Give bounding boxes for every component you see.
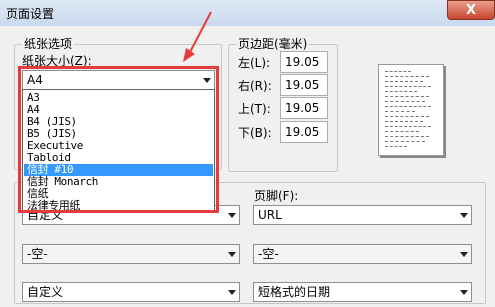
preview-text-line xyxy=(385,111,415,113)
annotation-arrow-icon xyxy=(183,11,212,62)
bottom-margin-input[interactable]: 19.05 xyxy=(280,121,328,143)
preview-text-line xyxy=(385,76,429,78)
close-button[interactable]: X xyxy=(447,0,495,20)
preview-text-line xyxy=(385,116,429,118)
preview-text-line xyxy=(385,106,431,108)
bottom-margin-label: 下(B): xyxy=(238,126,272,140)
preview-text-line xyxy=(385,121,423,123)
preview-text-line xyxy=(385,91,417,93)
highlight-annotation-box xyxy=(18,66,219,213)
chevron-down-icon[interactable] xyxy=(460,290,468,295)
chevron-down-icon[interactable] xyxy=(460,252,468,257)
preview-text-line xyxy=(385,86,431,88)
window-title: 页面设置 xyxy=(6,7,55,21)
header-select-2[interactable]: -空- xyxy=(22,244,240,264)
left-margin-label: 左(L): xyxy=(238,56,271,70)
footer-select-3[interactable]: 短格式的日期 xyxy=(253,282,472,302)
left-margin-input[interactable]: 19.05 xyxy=(280,51,328,73)
preview-text-line xyxy=(385,81,423,83)
title-bar: 页面设置 X xyxy=(0,0,495,26)
margins-title: 页边距(毫米) xyxy=(236,35,310,52)
preview-text-line xyxy=(385,146,407,148)
preview-text-line xyxy=(385,131,419,133)
header-value-2: -空- xyxy=(27,247,48,261)
header-value-3: 自定义 xyxy=(27,285,64,299)
top-margin-input[interactable]: 19.05 xyxy=(280,97,328,119)
paper-options-title: 纸张选项 xyxy=(22,35,75,52)
right-margin-input[interactable]: 19.05 xyxy=(280,74,328,96)
footer-value-2: -空- xyxy=(258,247,279,261)
header-select-3[interactable]: 自定义 xyxy=(22,282,240,302)
chevron-down-icon[interactable] xyxy=(228,213,236,218)
footer-select-2[interactable]: -空- xyxy=(253,244,472,264)
preview-text-line xyxy=(385,71,411,73)
preview-text-line xyxy=(385,141,425,143)
page-preview xyxy=(378,64,444,156)
chevron-down-icon[interactable] xyxy=(228,290,236,295)
right-margin-label: 右(R): xyxy=(238,79,272,93)
preview-text-line xyxy=(385,96,429,98)
preview-text-line xyxy=(385,101,425,103)
footer-value-1: URL xyxy=(258,208,282,222)
preview-text-line xyxy=(385,126,431,128)
footer-value-3: 短格式的日期 xyxy=(258,285,331,299)
top-margin-label: 上(T): xyxy=(238,102,271,116)
chevron-down-icon[interactable] xyxy=(460,213,468,218)
footer-select-1[interactable]: URL xyxy=(253,205,472,225)
preview-text-line xyxy=(385,136,429,138)
chevron-down-icon[interactable] xyxy=(228,252,236,257)
footer-label: 页脚(F): xyxy=(252,187,301,204)
